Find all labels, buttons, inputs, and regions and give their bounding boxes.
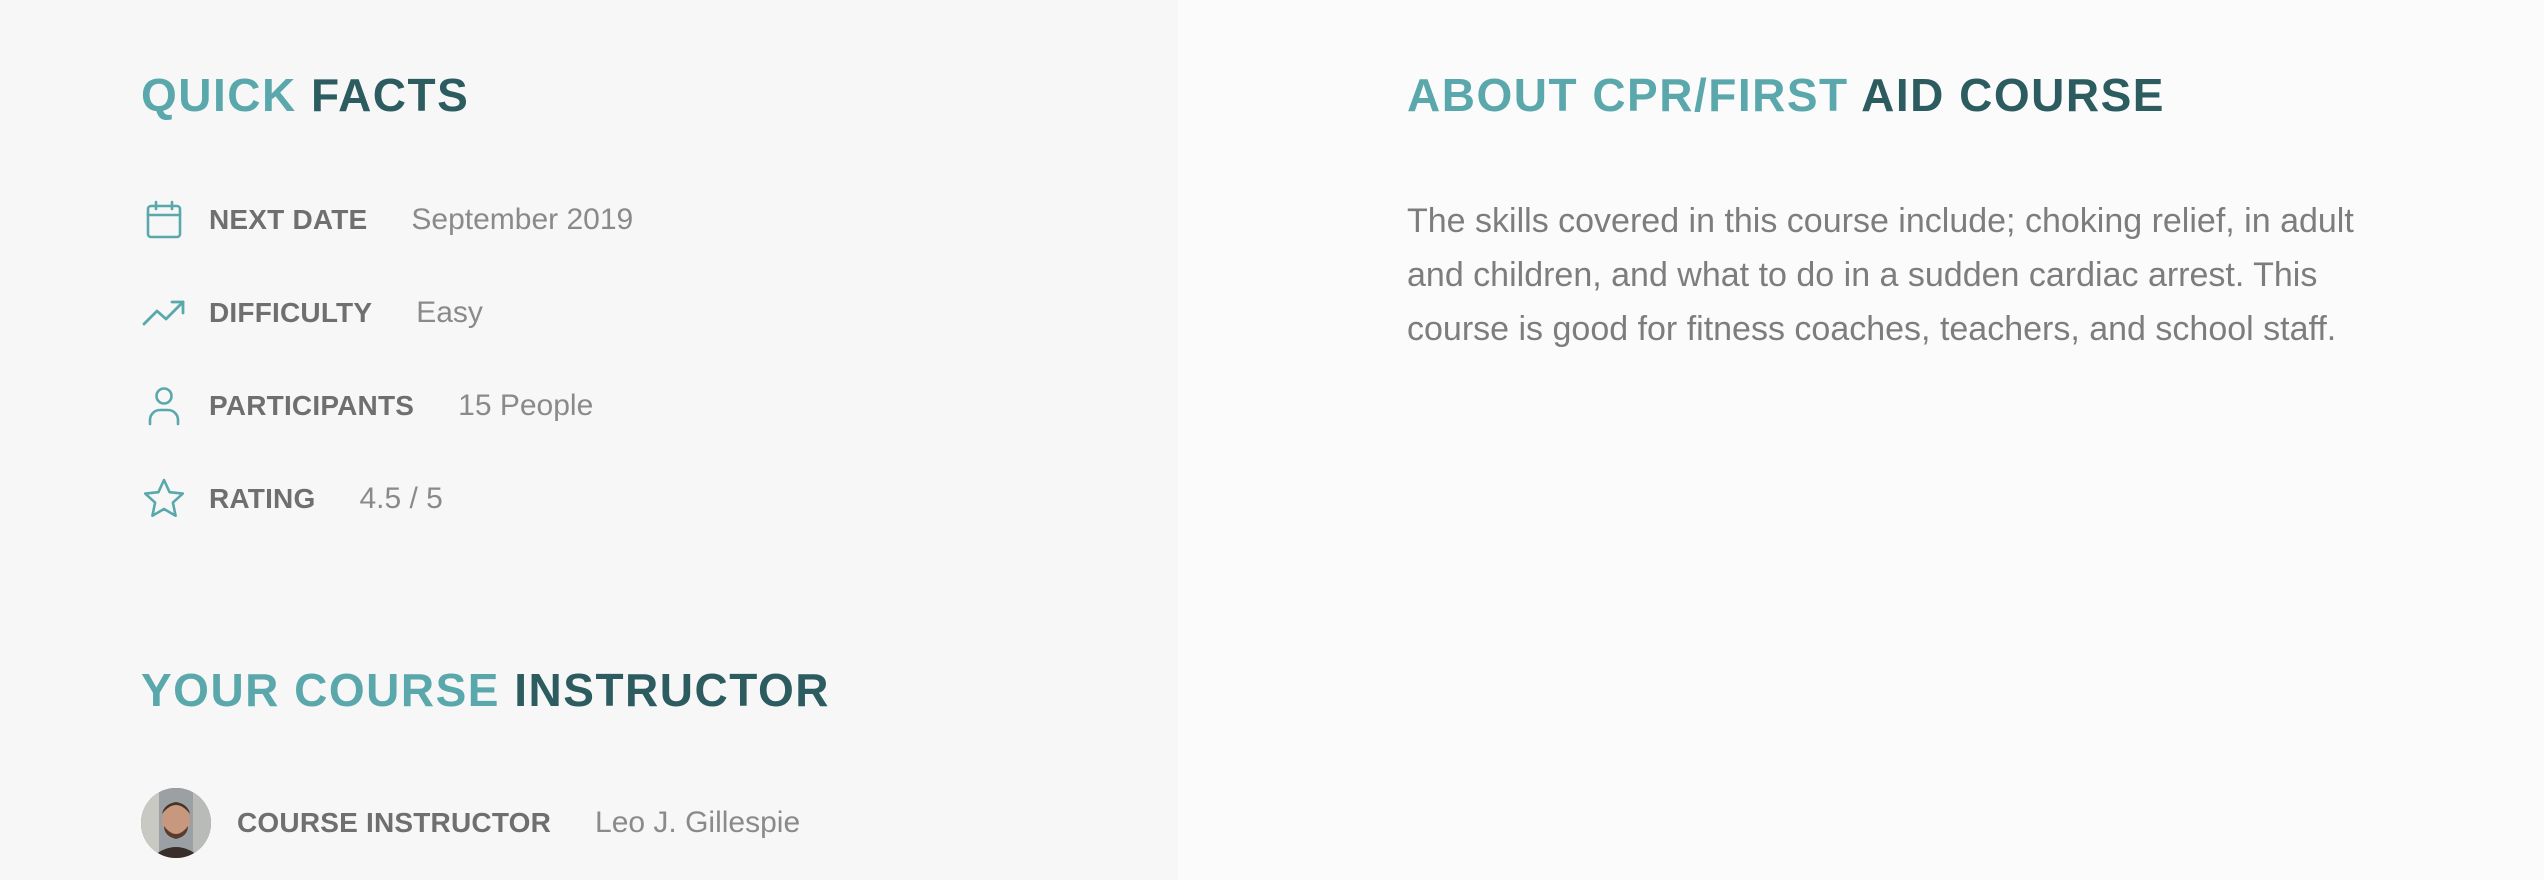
fact-difficulty: DIFFICULTY Easy xyxy=(141,283,633,343)
fact-next-date: NEXT DATE September 2019 xyxy=(141,190,633,250)
fact-value: 15 People xyxy=(458,389,594,422)
instructor-name: Leo J. Gillespie xyxy=(595,806,801,839)
about-description: The skills covered in this course includ… xyxy=(1407,202,2354,348)
fact-label: DIFFICULTY xyxy=(209,297,373,328)
quick-facts-list: NEXT DATE September 2019 DIFFICULTY Easy xyxy=(141,190,633,562)
trending-up-icon xyxy=(141,290,187,336)
about-title-rest: AID COURSE xyxy=(1848,69,2165,121)
fact-value: 4.5 / 5 xyxy=(359,482,443,515)
about-title-highlight: ABOUT CPR/FIRST xyxy=(1407,69,1849,121)
fact-label: PARTICIPANTS xyxy=(209,390,415,421)
instructor-title-highlight: YOUR COURSE xyxy=(141,664,500,716)
user-icon xyxy=(141,383,187,429)
fact-participants: PARTICIPANTS 15 People xyxy=(141,376,633,436)
star-icon xyxy=(141,476,187,522)
right-panel: ABOUT CPR/FIRST AID COURSE The skills co… xyxy=(1178,0,2544,880)
avatar xyxy=(141,788,211,858)
fact-value: Easy xyxy=(416,296,483,329)
course-page: QUICK FACTS NEXT DATE September 2019 DIF… xyxy=(0,0,2544,880)
about-title: ABOUT CPR/FIRST AID COURSE xyxy=(1407,72,2165,118)
left-panel: QUICK FACTS NEXT DATE September 2019 DIF… xyxy=(0,0,1178,880)
instructor-row: COURSE INSTRUCTOR Leo J. Gillespie xyxy=(141,788,800,858)
fact-label: RATING xyxy=(209,483,316,514)
instructor-title: YOUR COURSE INSTRUCTOR xyxy=(141,667,830,713)
instructor-title-rest: INSTRUCTOR xyxy=(499,664,830,716)
quick-facts-title: QUICK FACTS xyxy=(141,72,469,118)
instructor-label: COURSE INSTRUCTOR xyxy=(237,807,552,838)
fact-value: September 2019 xyxy=(411,203,634,236)
fact-rating: RATING 4.5 / 5 xyxy=(141,469,633,529)
fact-label: NEXT DATE xyxy=(209,204,368,235)
calendar-icon xyxy=(141,197,187,243)
quick-facts-title-rest: FACTS xyxy=(296,69,470,121)
quick-facts-title-highlight: QUICK xyxy=(141,69,297,121)
